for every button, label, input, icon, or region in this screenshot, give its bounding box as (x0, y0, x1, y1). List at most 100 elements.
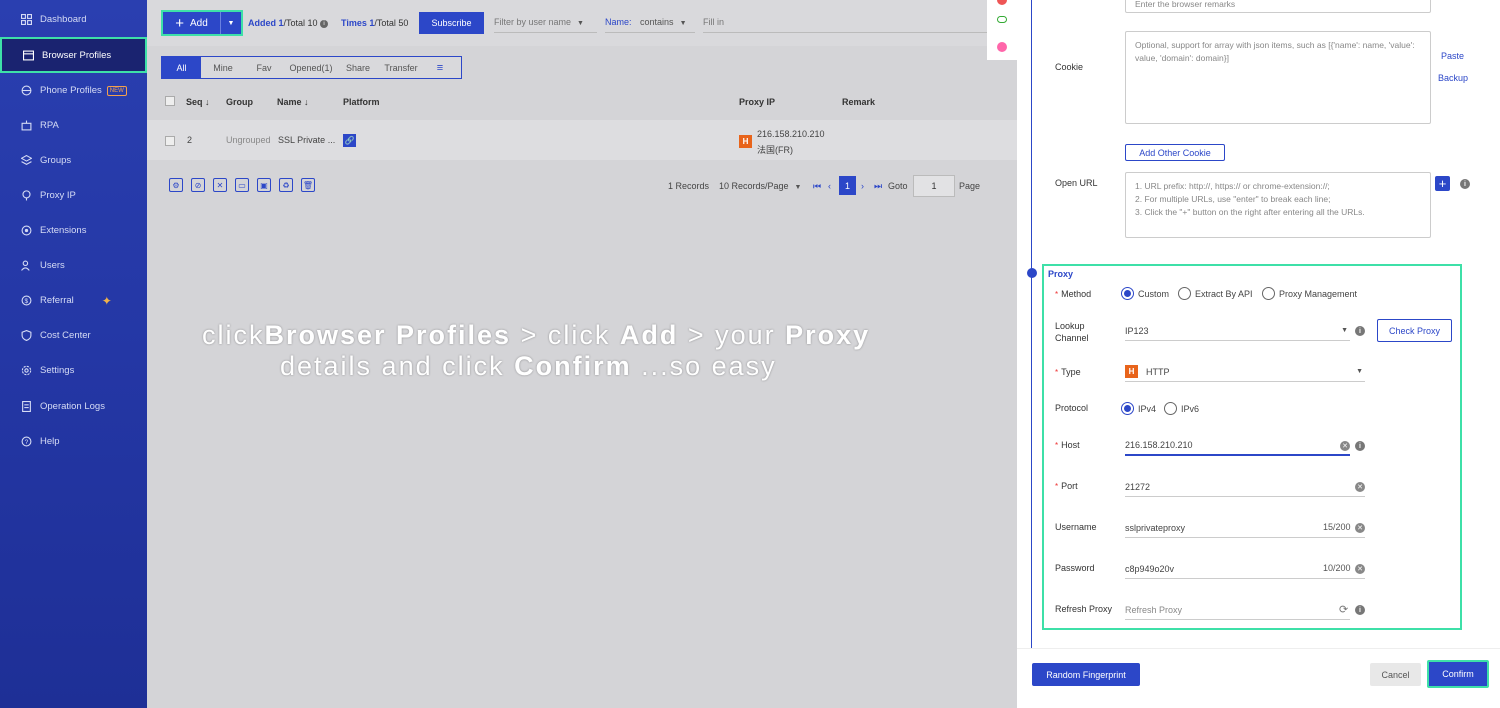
method-label: * Method (1055, 289, 1092, 299)
per-page-select[interactable]: 10 Records/Page ▼ (719, 181, 801, 191)
svg-text:?: ? (25, 439, 29, 446)
method-api-radio[interactable]: Extract By API (1178, 287, 1253, 300)
gear-icon[interactable] (997, 42, 1007, 52)
sidebar-item-extensions[interactable]: Extensions (0, 213, 147, 248)
window-icon[interactable]: ▣ (257, 178, 271, 192)
refresh-icon[interactable]: ⟳ (1339, 603, 1348, 616)
backup-link[interactable]: Backup (1438, 73, 1468, 83)
sidebar-item-dashboard[interactable]: Dashboard (0, 2, 147, 37)
sidebar-item-operation-logs[interactable]: Operation Logs (0, 389, 147, 424)
sidebar-item-settings[interactable]: Settings (0, 353, 147, 388)
sidebar-item-rpa[interactable]: RPA (0, 108, 147, 143)
column-settings-icon[interactable]: ≡ (425, 57, 455, 78)
col-name[interactable]: Name ↓ (277, 97, 309, 107)
random-fingerprint-button[interactable]: Random Fingerprint (1032, 663, 1140, 686)
info-icon[interactable]: i (1355, 441, 1365, 451)
sidebar-item-referral[interactable]: $ Referral ✦ (0, 283, 147, 318)
paste-link[interactable]: Paste (1441, 51, 1464, 61)
robot-icon (21, 120, 32, 131)
row-checkbox[interactable] (165, 136, 175, 146)
sparkle-icon: ✦ (101, 293, 112, 308)
sidebar-item-label: RPA (40, 120, 59, 131)
remark-textarea[interactable]: Enter the browser remarks (1125, 0, 1431, 13)
cancel-button[interactable]: Cancel (1370, 663, 1421, 686)
sidebar-item-users[interactable]: Users (0, 248, 147, 283)
confirm-button[interactable]: Confirm (1427, 660, 1489, 688)
goto-label: Goto (888, 181, 908, 191)
info-icon[interactable]: i (1355, 605, 1365, 615)
link-icon[interactable]: 🔗 (343, 134, 356, 147)
sidebar-item-groups[interactable]: Groups (0, 143, 147, 178)
toggle-icon[interactable] (997, 16, 1007, 23)
cookie-label: Cookie (1055, 62, 1084, 72)
sidebar-item-label: Settings (40, 365, 75, 376)
add-dropdown-chevron-icon[interactable]: ▼ (221, 20, 241, 27)
refresh-proxy-input[interactable]: Refresh Proxy (1125, 600, 1350, 620)
add-other-cookie-button[interactable]: Add Other Cookie (1125, 144, 1225, 161)
bulk-actions: ⚙ ⊘ ✕ ▭ ▣ ♻ 🗑 (169, 178, 315, 192)
protocol-ipv6-radio[interactable]: IPv6 (1164, 402, 1199, 415)
check-proxy-button[interactable]: Check Proxy (1377, 319, 1452, 342)
sidebar-item-label: Extensions (40, 225, 87, 236)
subscribe-button[interactable]: Subscribe (419, 12, 484, 34)
chevron-down-icon: ▼ (794, 184, 802, 191)
sidebar-item-help[interactable]: ? Help (0, 424, 147, 459)
tab-all[interactable]: All (162, 57, 201, 78)
times-stat: Times 1/Total 50 (341, 18, 409, 28)
table-row[interactable]: 2 Ungrouped SSL Private ... 🔗 H 216.158.… (147, 120, 1017, 160)
close-icon[interactable]: ✕ (213, 178, 227, 192)
info-icon[interactable]: i (1355, 326, 1365, 336)
tab-mine[interactable]: Mine (201, 57, 245, 78)
host-input[interactable]: 216.158.210.210 (1125, 436, 1350, 456)
sidebar-item-browser-profiles[interactable]: Browser Profiles (0, 37, 147, 73)
clear-icon[interactable]: ✕ (1340, 441, 1350, 451)
row-proxy-location: 法国(FR) (757, 145, 793, 155)
clear-icon[interactable]: ✕ (1355, 564, 1365, 574)
method-custom-radio[interactable]: Custom (1121, 287, 1169, 300)
refresh-proxy-label: Refresh Proxy (1055, 604, 1113, 614)
first-page-icon[interactable]: ⏮ (813, 181, 821, 192)
add-button[interactable]: + Add ▼ (161, 10, 243, 36)
protocol-ipv4-radio[interactable]: IPv4 (1121, 402, 1156, 415)
tab-fav[interactable]: Fav (245, 57, 283, 78)
clear-icon[interactable]: ✕ (1355, 523, 1365, 533)
cancel-icon[interactable]: ⊘ (191, 178, 205, 192)
svg-text:$: $ (25, 298, 29, 305)
user-filter-select[interactable]: Filter by user name ▼ (494, 17, 597, 33)
info-icon[interactable]: i (1460, 179, 1470, 189)
tab-transfer[interactable]: Transfer (377, 57, 425, 78)
print-icon[interactable]: ▭ (235, 178, 249, 192)
sidebar-item-cost-center[interactable]: Cost Center (0, 318, 147, 353)
port-input[interactable]: 21272 (1125, 477, 1365, 497)
col-platform: Platform (343, 97, 380, 107)
info-icon[interactable]: i (320, 19, 329, 28)
chevron-down-icon: ▼ (679, 20, 687, 27)
select-all-checkbox[interactable] (165, 96, 175, 106)
col-seq[interactable]: Seq ↓ (186, 97, 210, 107)
clear-icon[interactable]: ✕ (1355, 482, 1365, 492)
proxy-type-select[interactable]: H HTTP ▼ (1125, 362, 1365, 382)
grid-icon (21, 14, 32, 25)
cookie-textarea[interactable]: Optional, support for array with json it… (1125, 31, 1431, 124)
trash-icon[interactable]: 🗑 (301, 178, 315, 192)
open-url-textarea[interactable]: 1. URL prefix: http://, https:// or chro… (1125, 172, 1431, 238)
tab-opened[interactable]: Opened(1) (283, 57, 339, 78)
prev-page-icon[interactable]: ‹ (828, 181, 831, 191)
red-dot-icon[interactable] (997, 0, 1007, 5)
name-filter-select[interactable]: Name: contains ▼ (605, 17, 695, 33)
next-page-icon[interactable]: › (861, 181, 864, 191)
tab-share[interactable]: Share (339, 57, 377, 78)
settings-icon[interactable]: ⚙ (169, 178, 183, 192)
last-page-icon[interactable]: ⏭ (874, 181, 882, 192)
sidebar-item-phone-profiles[interactable]: Phone Profiles NEW (0, 73, 147, 108)
current-page[interactable]: 1 (839, 176, 856, 195)
trash-restore-icon[interactable]: ♻ (279, 178, 293, 192)
method-management-radio[interactable]: Proxy Management (1262, 287, 1357, 300)
lookup-channel-select[interactable]: IP123 ▼ (1125, 321, 1350, 341)
sidebar-item-proxy-ip[interactable]: Proxy IP (0, 178, 147, 213)
log-icon (21, 401, 32, 412)
goto-input[interactable]: 1 (913, 175, 955, 197)
fill-in-input[interactable]: Fill in (703, 17, 987, 33)
password-count: 10/200 (1323, 563, 1351, 573)
add-url-button[interactable]: + (1435, 176, 1450, 191)
